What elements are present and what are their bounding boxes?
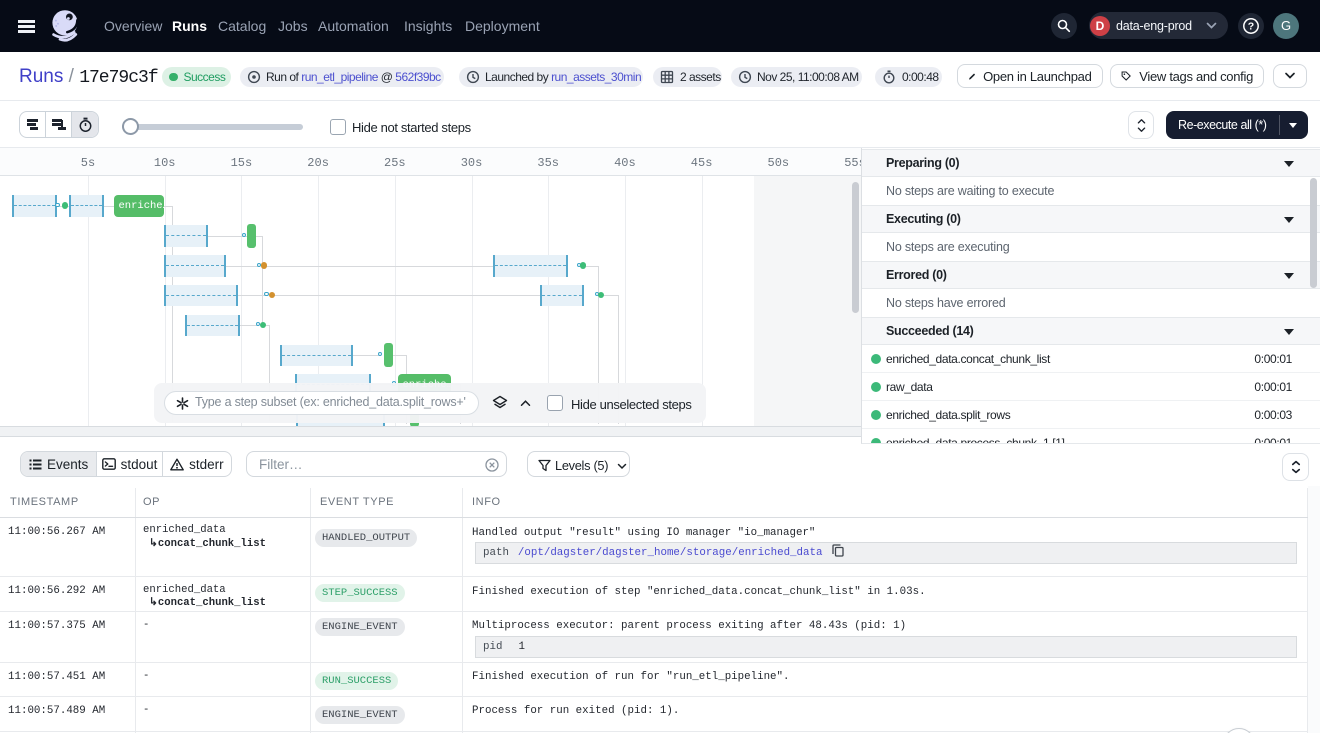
svg-text:?: ? [1248, 21, 1254, 33]
